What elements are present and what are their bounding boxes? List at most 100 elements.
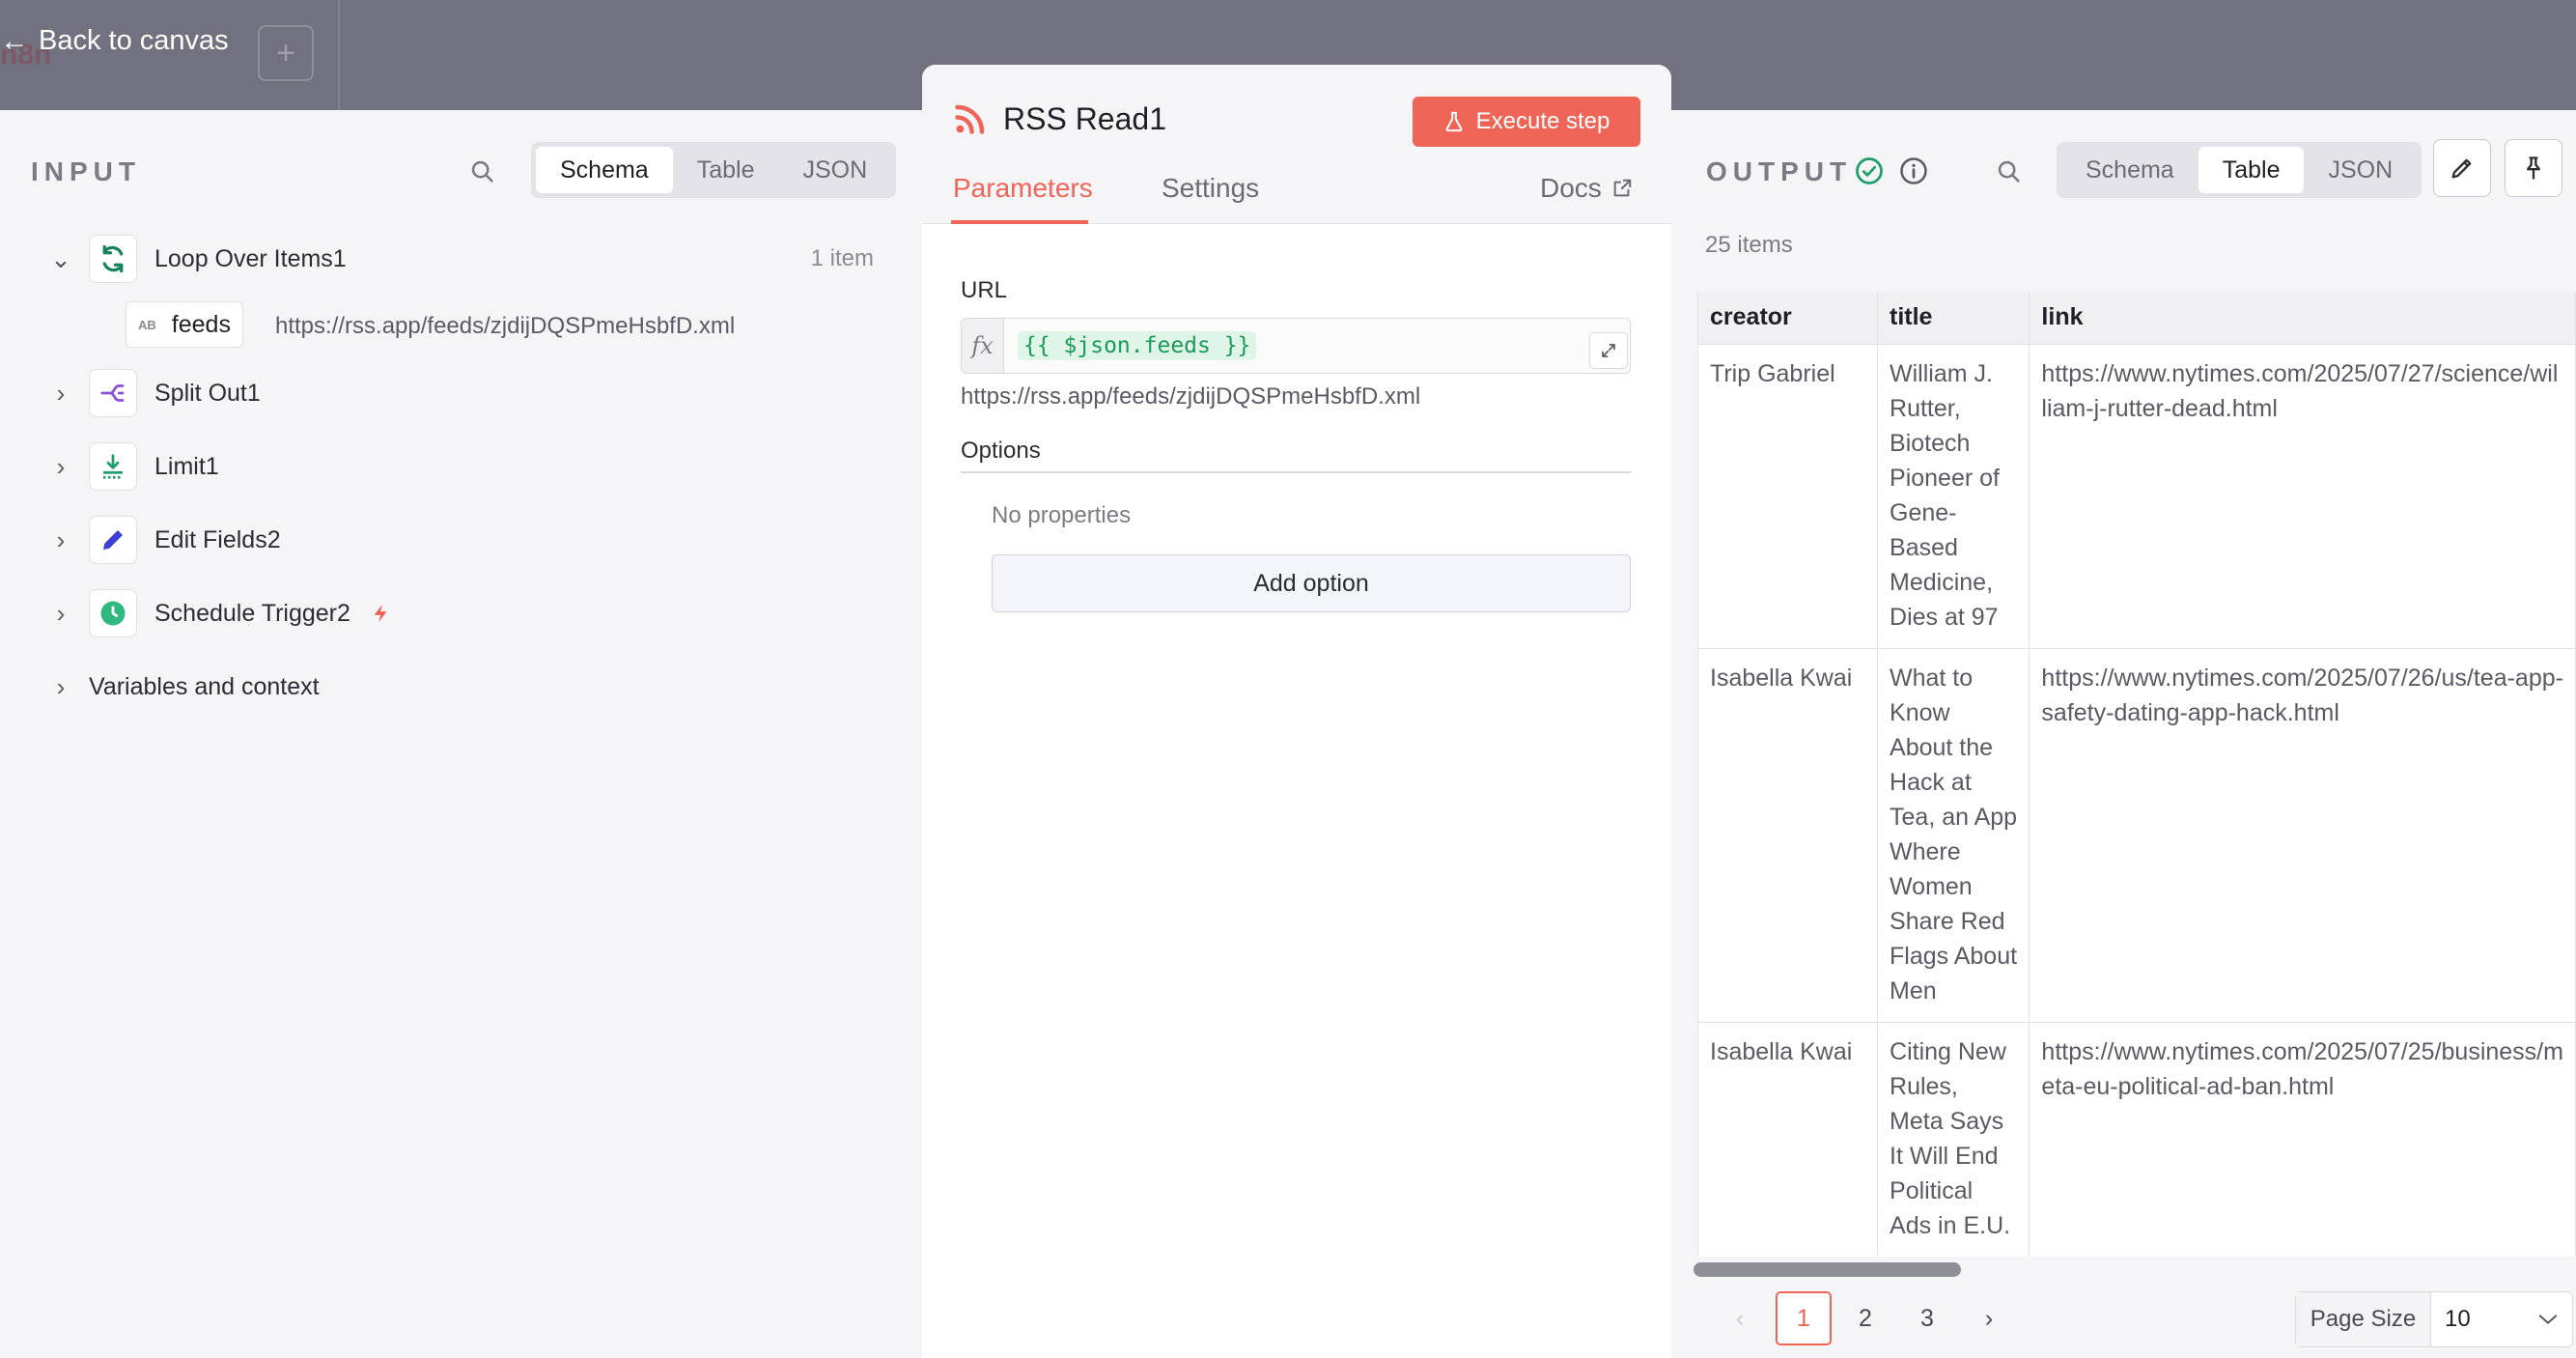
expand-icon bbox=[1602, 344, 1615, 357]
chevron-right-icon[interactable]: › bbox=[46, 599, 75, 629]
table-header-row: creator title link bbox=[1698, 292, 2576, 345]
tree-node-edit-fields[interactable]: › Edit Fields2 bbox=[0, 511, 908, 569]
cell-creator: Isabella Kwai bbox=[1698, 648, 1879, 1023]
output-tab-table[interactable]: Table bbox=[2198, 147, 2305, 193]
field-name: feeds bbox=[171, 310, 231, 338]
prev-page-button[interactable]: ‹ bbox=[1712, 1291, 1768, 1345]
pin-icon bbox=[2527, 156, 2540, 180]
node-label: Edit Fields2 bbox=[154, 525, 281, 553]
output-tab-schema[interactable]: Schema bbox=[2061, 147, 2198, 193]
column-header-title[interactable]: title bbox=[1877, 292, 2030, 345]
edit-output-button[interactable] bbox=[2433, 139, 2491, 197]
tree-node-limit[interactable]: › Limit1 bbox=[0, 438, 908, 495]
chevron-right-icon[interactable]: › bbox=[46, 525, 75, 555]
output-table: creator title link Trip Gabriel William … bbox=[1697, 292, 2576, 1258]
scrollbar-thumb[interactable] bbox=[1694, 1262, 1961, 1277]
page-size-value[interactable]: 10 bbox=[2431, 1292, 2572, 1346]
url-label: URL bbox=[961, 277, 1008, 303]
page-button-3[interactable]: 3 bbox=[1899, 1291, 1955, 1345]
page-button-1[interactable]: 1 bbox=[1776, 1291, 1832, 1345]
url-resolved-value: https://rss.app/feeds/zjdijDQSPmeHsbfD.x… bbox=[961, 383, 1421, 410]
next-page-button[interactable]: › bbox=[1961, 1291, 2017, 1345]
table-row: Isabella Kwai What to Know About the Hac… bbox=[1698, 648, 2576, 1023]
string-type-badge: AB bbox=[138, 317, 156, 332]
node-header: RSS Read1 Execute step Parameters Settin… bbox=[922, 65, 1671, 224]
pin-output-button[interactable] bbox=[2505, 139, 2562, 197]
page-size-label: Page Size bbox=[2296, 1292, 2431, 1346]
node-settings-panel: RSS Read1 Execute step Parameters Settin… bbox=[922, 65, 1671, 1358]
chevron-right-icon[interactable]: › bbox=[46, 672, 75, 702]
flask-icon bbox=[1445, 111, 1463, 132]
table-row: Trip Gabriel William J. Rutter, Biotech … bbox=[1698, 344, 2576, 649]
node-title[interactable]: RSS Read1 bbox=[1003, 101, 1166, 137]
output-panel: OUTPUT Schema Table JSON 25 items creato… bbox=[1671, 110, 2576, 1358]
chevron-right-icon[interactable]: › bbox=[46, 379, 75, 409]
back-to-canvas-link[interactable]: ← Back to canvas bbox=[0, 25, 229, 57]
input-tab-table[interactable]: Table bbox=[673, 147, 779, 193]
input-heading: INPUT bbox=[31, 156, 141, 186]
cell-creator: Isabella Kwai bbox=[1698, 1022, 1879, 1258]
lightning-bolt-icon bbox=[374, 604, 387, 623]
fx-icon: fx bbox=[962, 319, 1004, 373]
tree-node-schedule-trigger[interactable]: › Schedule Trigger2 bbox=[0, 584, 908, 642]
search-icon[interactable] bbox=[469, 158, 496, 185]
node-label: Loop Over Items1 bbox=[154, 244, 347, 272]
node-label: Schedule Trigger2 bbox=[154, 599, 350, 627]
table-row: Isabella Kwai Citing New Rules, Meta Say… bbox=[1698, 1022, 2576, 1258]
no-properties-text: No properties bbox=[992, 502, 1132, 528]
execute-step-label: Execute step bbox=[1475, 108, 1610, 134]
page-button-2[interactable]: 2 bbox=[1837, 1291, 1893, 1345]
variables-label: Variables and context bbox=[89, 672, 320, 700]
column-header-link[interactable]: link bbox=[2029, 292, 2576, 345]
external-link-icon bbox=[1613, 179, 1632, 197]
tree-node-loop-over-items[interactable]: ⌄ Loop Over Items1 1 item bbox=[0, 230, 908, 288]
input-view-toggle: Schema Table JSON bbox=[531, 142, 897, 198]
cell-title: Citing New Rules, Meta Says It Will End … bbox=[1877, 1022, 2030, 1258]
chevron-down-icon bbox=[2538, 1315, 2558, 1325]
options-label: Options bbox=[961, 438, 1041, 464]
page-size-number: 10 bbox=[2445, 1306, 2471, 1332]
url-expression-value[interactable]: {{ $json.feeds }} bbox=[1018, 331, 1257, 360]
node-label: Limit1 bbox=[154, 452, 219, 480]
add-tab-button[interactable]: + bbox=[258, 25, 314, 81]
arrow-left-icon: ← bbox=[0, 24, 29, 57]
docs-link[interactable]: Docs bbox=[1540, 173, 1633, 204]
chevron-right-icon[interactable]: › bbox=[46, 452, 75, 482]
schema-field-feeds[interactable]: AB feeds bbox=[126, 301, 243, 348]
input-tab-json[interactable]: JSON bbox=[778, 147, 891, 193]
items-count: 25 items bbox=[1705, 232, 1793, 258]
info-icon[interactable] bbox=[1899, 156, 1928, 185]
docs-label: Docs bbox=[1540, 173, 1602, 203]
input-panel: INPUT Schema Table JSON ⌄ Loop Over Item… bbox=[0, 110, 922, 1358]
top-divider bbox=[338, 0, 340, 110]
cell-title: William J. Rutter, Biotech Pioneer of Ge… bbox=[1877, 344, 2030, 649]
cell-link: https://www.nytimes.com/2025/07/26/us/te… bbox=[2029, 648, 2576, 1023]
output-view-toggle: Schema Table JSON bbox=[2057, 142, 2422, 198]
add-option-button[interactable]: Add option bbox=[992, 554, 1631, 612]
url-expression-field[interactable]: fx {{ $json.feeds }} bbox=[961, 318, 1631, 374]
field-value: https://rss.app/feeds/zjdijDQSPmeHsbfD.x… bbox=[275, 313, 736, 339]
tree-node-variables[interactable]: › Variables and context bbox=[0, 658, 908, 716]
cell-link: https://www.nytimes.com/2025/07/27/scien… bbox=[2029, 344, 2576, 649]
loop-icon bbox=[89, 235, 137, 283]
back-to-canvas-label: Back to canvas bbox=[39, 25, 229, 56]
execute-step-button[interactable]: Execute step bbox=[1413, 97, 1640, 147]
tab-settings[interactable]: Settings bbox=[1162, 173, 1259, 204]
limit-icon bbox=[89, 442, 137, 491]
search-icon[interactable] bbox=[1996, 158, 2023, 185]
pencil-icon bbox=[89, 516, 137, 564]
tree-node-split-out[interactable]: › Split Out1 bbox=[0, 364, 908, 422]
cell-link: https://www.nytimes.com/2025/07/25/busin… bbox=[2029, 1022, 2576, 1258]
tab-parameters[interactable]: Parameters bbox=[953, 173, 1093, 204]
page-size-select[interactable]: Page Size 10 bbox=[2295, 1291, 2573, 1347]
clock-icon bbox=[89, 589, 137, 637]
output-heading: OUTPUT bbox=[1706, 156, 1853, 186]
chevron-down-icon[interactable]: ⌄ bbox=[46, 244, 75, 274]
expand-editor-button[interactable] bbox=[1589, 332, 1628, 369]
input-tab-schema[interactable]: Schema bbox=[536, 147, 673, 193]
cell-creator: Trip Gabriel bbox=[1698, 344, 1879, 649]
horizontal-scrollbar[interactable] bbox=[1686, 1257, 2576, 1282]
column-header-creator[interactable]: creator bbox=[1698, 292, 1879, 345]
split-out-icon bbox=[89, 369, 137, 417]
output-tab-json[interactable]: JSON bbox=[2304, 147, 2417, 193]
